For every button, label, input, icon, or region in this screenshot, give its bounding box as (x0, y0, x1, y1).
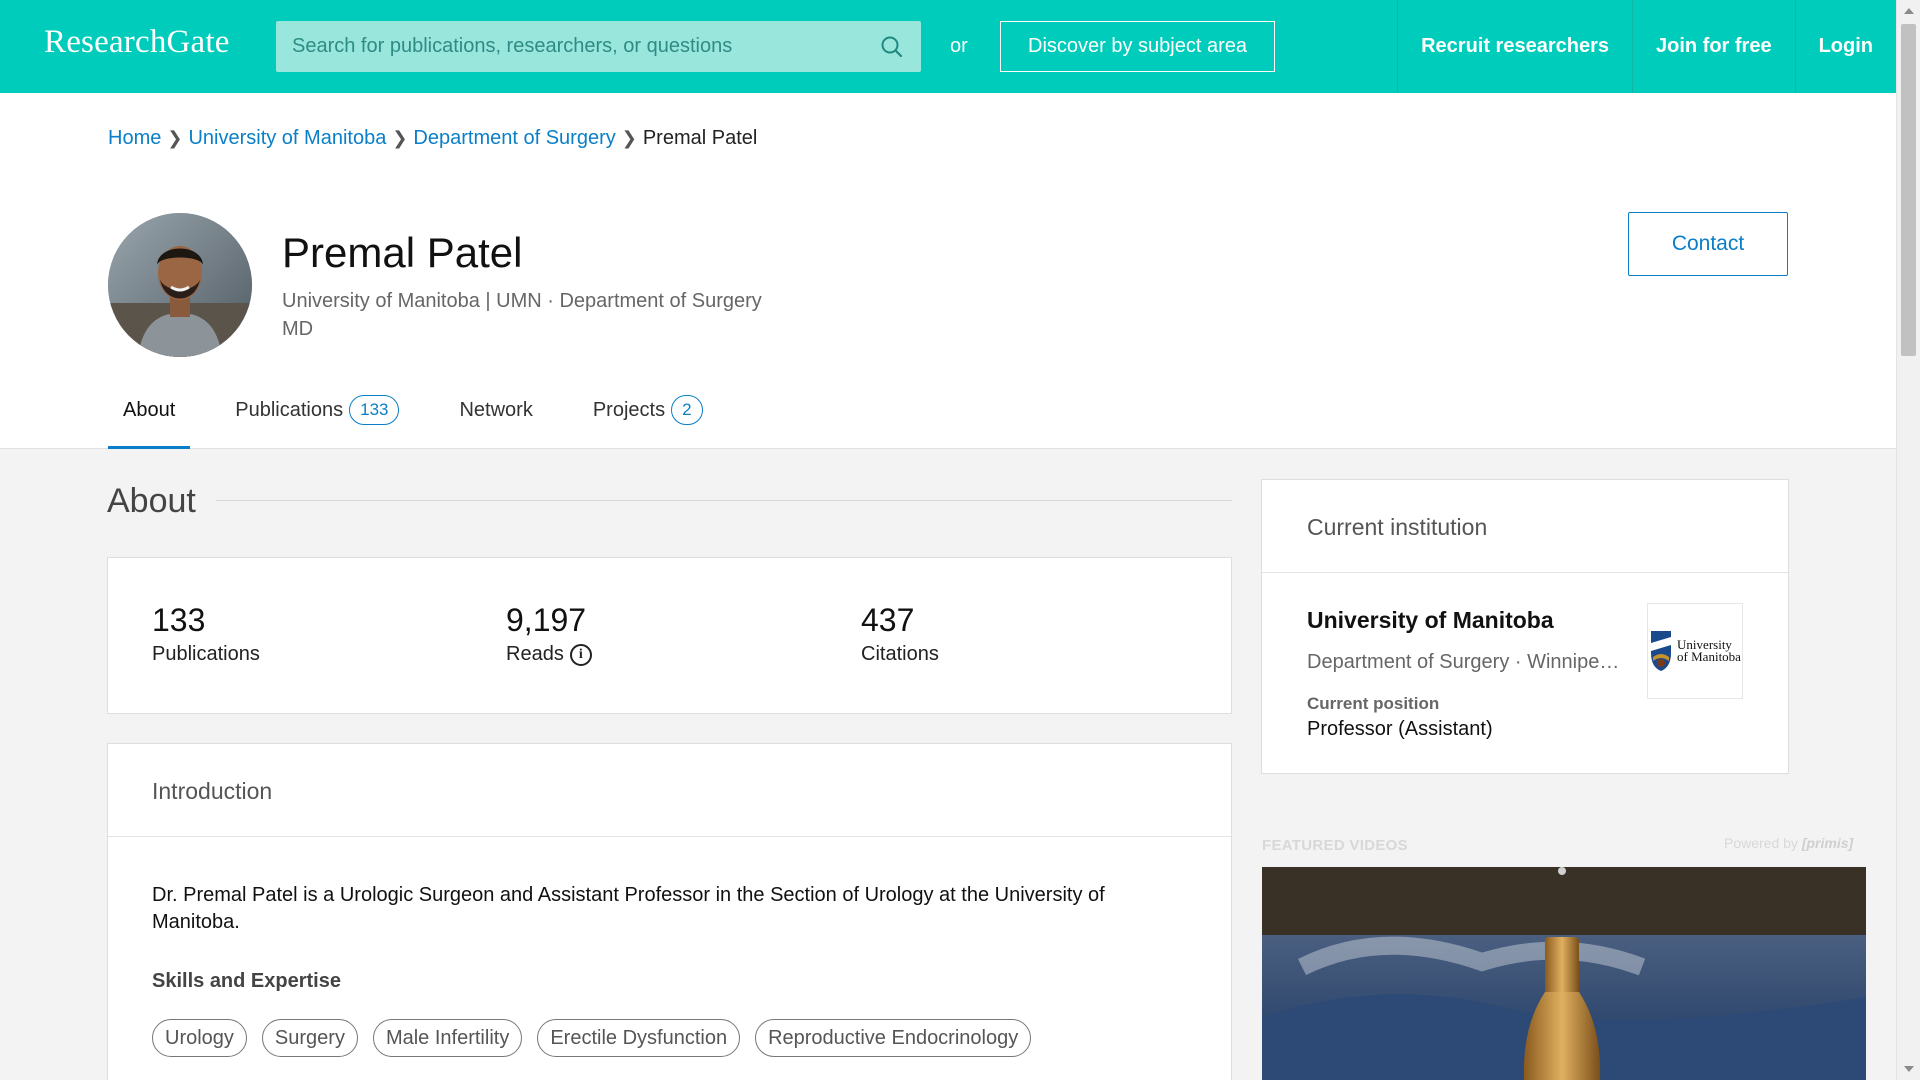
tab-publications[interactable]: Publications 133 (220, 379, 414, 441)
search-box[interactable] (276, 21, 921, 72)
profile-name: Premal Patel (282, 229, 523, 276)
chevron-right-icon: ❯ (621, 128, 637, 148)
institution-department: Department of Surgery · Winnipeg, Manito… (1307, 651, 1627, 673)
skill-chip[interactable]: Surgery (261, 1019, 358, 1057)
breadcrumb: Home ❯ University of Manitoba ❯ Departme… (108, 127, 757, 150)
powered-prefix: Powered by (1724, 835, 1798, 851)
powered-by-label: Powered by [primis] (1724, 835, 1853, 851)
university-crest-icon (1651, 631, 1672, 671)
stat-citations: 437 Citations (861, 602, 939, 666)
breadcrumb-home[interactable]: Home (108, 127, 161, 150)
section-title: About (107, 482, 196, 520)
tab-label: Projects (592, 398, 666, 421)
stat-value: 437 (861, 602, 915, 638)
breadcrumb-current: Premal Patel (642, 127, 758, 149)
institution-title: Current institution (1307, 514, 1488, 540)
search-icon[interactable] (879, 34, 905, 60)
contact-button[interactable]: Contact (1628, 212, 1788, 276)
stats-card: 133 Publications 9,197 Reads i 437 Citati… (107, 557, 1232, 714)
profile-header: Home ❯ University of Manitoba ❯ Departme… (0, 93, 1896, 449)
skills-title: Skills and Expertise (152, 970, 341, 992)
profile-tabs: About Publications 133 Network Projects 2 (108, 379, 748, 449)
tab-projects[interactable]: Projects 2 (578, 379, 718, 441)
recruit-researchers-link[interactable]: Recruit researchers (1397, 0, 1632, 93)
degree-text: MD (282, 318, 314, 340)
video-thumbnail (1262, 867, 1866, 1080)
skill-chip[interactable]: Reproductive Endocrinology (755, 1019, 1032, 1057)
count-badge: 2 (671, 395, 703, 425)
introduction-text: Dr. Premal Patel is a Urologic Surgeon a… (152, 884, 1105, 933)
scroll-up-icon[interactable] (1904, 8, 1914, 14)
stat-label: Publications (152, 643, 260, 665)
login-link[interactable]: Login (1794, 0, 1896, 93)
avatar (108, 213, 252, 357)
position-value: Professor (Assistant) (1307, 718, 1493, 740)
top-navigation-bar: ResearchGate or Discover by subject area… (0, 0, 1896, 93)
stat-publications: 133 Publications (152, 602, 260, 666)
profile-affiliation: University of Manitoba | UMN · Departmen… (282, 287, 762, 343)
institution-name[interactable]: University of Manitoba (1307, 607, 1554, 634)
featured-videos-label: FEATURED VIDEOS (1262, 837, 1408, 854)
skill-chip[interactable]: Male Infertility (372, 1019, 523, 1057)
divider (216, 500, 1232, 501)
skill-chip[interactable]: Erectile Dysfunction (537, 1019, 741, 1057)
page-scrollbar[interactable] (1896, 0, 1920, 1080)
introduction-title: Introduction (152, 778, 273, 804)
stat-value: 133 (152, 602, 206, 638)
header-actions: Recruit researchers Join for free Login (1397, 0, 1896, 93)
logo-line: of Manitoba (1677, 649, 1741, 664)
tab-network[interactable]: Network (444, 379, 547, 441)
join-for-free-link[interactable]: Join for free (1631, 0, 1795, 93)
search-input[interactable] (292, 35, 879, 58)
discover-by-subject-button[interactable]: Discover by subject area (1000, 21, 1275, 72)
primis-logo: [primis] (1801, 835, 1854, 851)
chevron-right-icon: ❯ (392, 128, 408, 148)
tab-label: Publications (235, 398, 344, 421)
stat-label: Reads (506, 643, 564, 665)
scrollbar-thumb[interactable] (1901, 24, 1916, 356)
skills-list: Urology Surgery Male Infertility Erectil… (152, 1019, 1192, 1057)
stat-label: Citations (861, 643, 939, 665)
researchgate-logo[interactable]: ResearchGate (44, 24, 230, 61)
stat-label-row: Reads i (506, 643, 592, 666)
university-logo[interactable]: University of Manitoba (1647, 603, 1743, 699)
introduction-card: Introduction Dr. Premal Patel is a Urolo… (107, 743, 1232, 1080)
breadcrumb-university[interactable]: University of Manitoba (188, 127, 386, 150)
divider (1262, 572, 1788, 573)
featured-video-player[interactable] (1262, 867, 1866, 1080)
info-icon[interactable]: i (569, 643, 592, 666)
stat-value: 9,197 (506, 602, 587, 638)
count-badge: 133 (349, 395, 400, 425)
affiliation-text: University of Manitoba | UMN · Departmen… (282, 290, 762, 312)
scroll-down-icon[interactable] (1904, 1066, 1914, 1072)
tab-label: Network (459, 398, 533, 421)
breadcrumb-department[interactable]: Department of Surgery (413, 127, 615, 150)
current-institution-card: Current institution University of Manito… (1261, 479, 1789, 774)
skill-chip[interactable]: Urology (152, 1019, 247, 1057)
position-label: Current position (1307, 694, 1440, 713)
divider (108, 836, 1231, 837)
tab-about[interactable]: About (108, 379, 191, 449)
or-label: or (950, 35, 968, 57)
tab-label: About (123, 398, 176, 421)
chevron-right-icon: ❯ (167, 128, 183, 148)
university-logo-text: University of Manitoba (1677, 638, 1741, 664)
stat-reads: 9,197 Reads i (506, 602, 592, 666)
